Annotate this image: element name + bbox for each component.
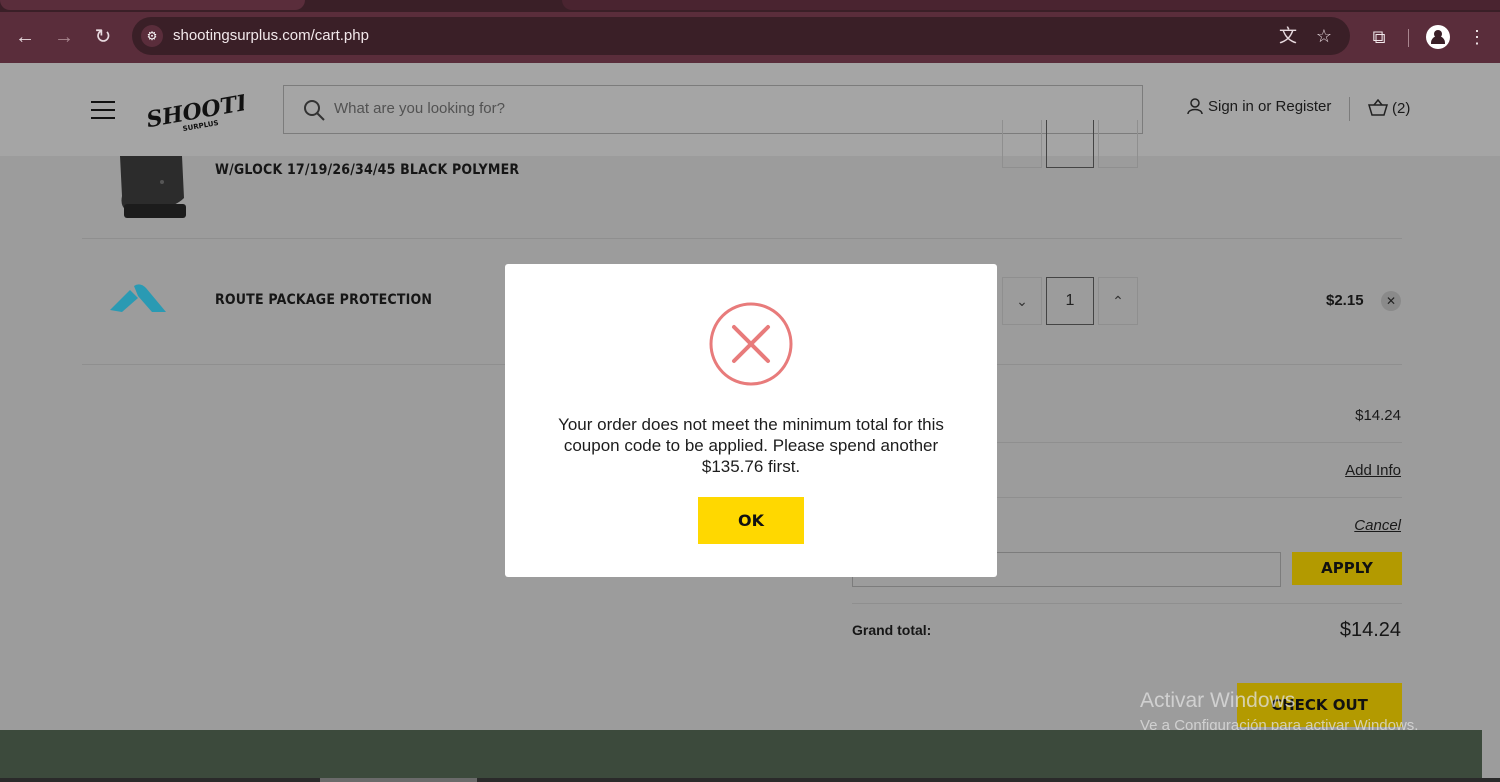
subtotal-value: $14.24 — [1355, 407, 1401, 424]
cart-link[interactable]: (2) — [1368, 99, 1410, 117]
search-icon[interactable] — [302, 98, 326, 122]
qty-value[interactable]: 1 — [1046, 277, 1094, 325]
forward-icon[interactable]: → — [52, 25, 76, 49]
bottom-strip — [0, 778, 1500, 782]
apply-coupon-button[interactable]: APPLY — [1292, 552, 1402, 585]
qty-value[interactable] — [1046, 120, 1094, 168]
shooting-surplus-logo[interactable]: SHOOTING SURPLUS — [144, 89, 244, 135]
windows-activation-watermark: Activar Windows Ve a Configuración para … — [1140, 689, 1418, 734]
menu-kebab-icon[interactable]: ⋮ — [1465, 25, 1489, 49]
tab-strip — [0, 0, 1500, 12]
browser-tab[interactable] — [0, 0, 305, 10]
grand-total-label: Grand total: — [852, 622, 932, 638]
qty-increase-button[interactable]: ⌃ — [1098, 277, 1138, 325]
bookmark-star-icon[interactable]: ☆ — [1314, 26, 1334, 46]
product-name[interactable]: W/GLOCK 17/19/26/34/45 BLACK POLYMER — [215, 162, 519, 178]
browser-tab-active[interactable] — [562, 0, 1500, 10]
hamburger-menu-icon[interactable] — [91, 101, 115, 119]
coupon-cancel-link[interactable]: Cancel — [1354, 517, 1401, 534]
site-header: SHOOTING SURPLUS What are you looking fo… — [0, 63, 1500, 156]
scrollbar-thumb[interactable] — [320, 778, 477, 782]
remove-item-icon[interactable]: ✕ — [1381, 291, 1401, 311]
profile-avatar-icon[interactable] — [1426, 25, 1450, 49]
grand-total-value: $14.24 — [1339, 619, 1401, 641]
reload-icon[interactable]: ↻ — [91, 25, 115, 49]
address-bar[interactable]: ⚙ shootingsurplus.com/cart.php 文 ☆ — [132, 17, 1350, 55]
product-name[interactable]: ROUTE PACKAGE PROTECTION — [215, 292, 432, 308]
browser-toolbar: ← → ↻ ⚙ shootingsurplus.com/cart.php 文 ☆… — [0, 12, 1500, 63]
qty-decrease-button[interactable] — [1002, 120, 1042, 168]
qty-increase-button[interactable] — [1098, 120, 1138, 168]
route-logo-image[interactable] — [108, 282, 168, 318]
item-price: $2.15 — [1326, 292, 1364, 309]
user-icon — [1187, 98, 1203, 115]
back-icon[interactable]: ← — [13, 25, 37, 49]
search-placeholder: What are you looking for? — [334, 100, 505, 117]
shipping-add-info-link[interactable]: Add Info — [1345, 462, 1401, 479]
site-footer — [0, 730, 1482, 782]
ok-button[interactable]: OK — [698, 497, 804, 544]
modal-message: Your order does not meet the minimum tot… — [558, 415, 944, 476]
magazine-product-image[interactable] — [116, 156, 188, 222]
cart-basket-icon — [1368, 99, 1388, 116]
url-text[interactable]: shootingsurplus.com/cart.php — [173, 27, 369, 44]
summary-divider — [852, 603, 1402, 604]
site-info-icon[interactable]: ⚙ — [141, 25, 163, 47]
header-divider — [1349, 97, 1350, 121]
row-divider — [82, 238, 1402, 239]
toolbar-divider — [1408, 29, 1409, 47]
error-x-circle-icon — [709, 302, 793, 386]
cart-count: (2) — [1392, 99, 1411, 117]
sign-in-label[interactable]: Sign in or Register — [1208, 98, 1331, 115]
watermark-title: Activar Windows — [1140, 689, 1296, 712]
coupon-error-modal: Your order does not meet the minimum tot… — [505, 264, 997, 577]
sign-in-link[interactable]: Sign in or Register — [1186, 97, 1331, 115]
qty-decrease-button[interactable]: ⌄ — [1002, 277, 1042, 325]
extensions-icon[interactable]: ⧉ — [1367, 25, 1391, 49]
translate-icon[interactable]: 文 — [1278, 26, 1298, 46]
